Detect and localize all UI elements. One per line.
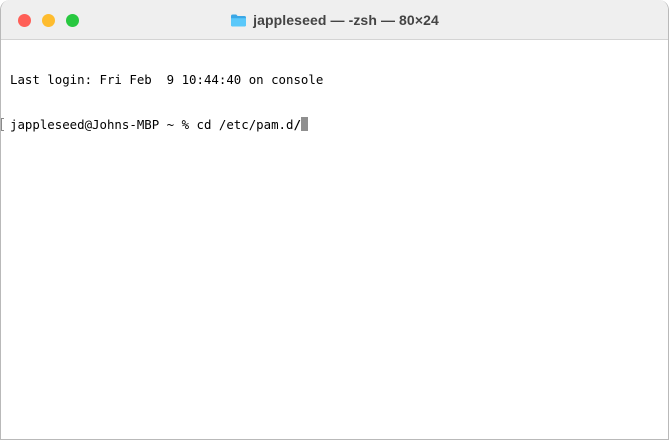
prompt-text: jappleseed@Johns-MBP ~ % [10, 117, 197, 132]
prompt-mark-indicator [1, 118, 4, 131]
window-title-group: jappleseed — -zsh — 80×24 [1, 0, 668, 40]
window-title: jappleseed — -zsh — 80×24 [253, 12, 439, 28]
prompt-line[interactable]: jappleseed@Johns-MBP ~ % cd /etc/pam.d/ [1, 117, 668, 132]
command-trailing-slash: / [293, 117, 301, 132]
last-login-line: Last login: Fri Feb 9 10:44:40 on consol… [10, 72, 324, 87]
text-cursor [300, 117, 308, 131]
command-text: cd /etc/pam.d [196, 117, 294, 132]
folder-icon [231, 14, 247, 27]
title-bar[interactable]: jappleseed — -zsh — 80×24 [1, 0, 668, 40]
terminal-window: jappleseed — -zsh — 80×24 Last login: Fr… [0, 0, 669, 440]
terminal-content[interactable]: Last login: Fri Feb 9 10:44:40 on consol… [1, 40, 668, 439]
